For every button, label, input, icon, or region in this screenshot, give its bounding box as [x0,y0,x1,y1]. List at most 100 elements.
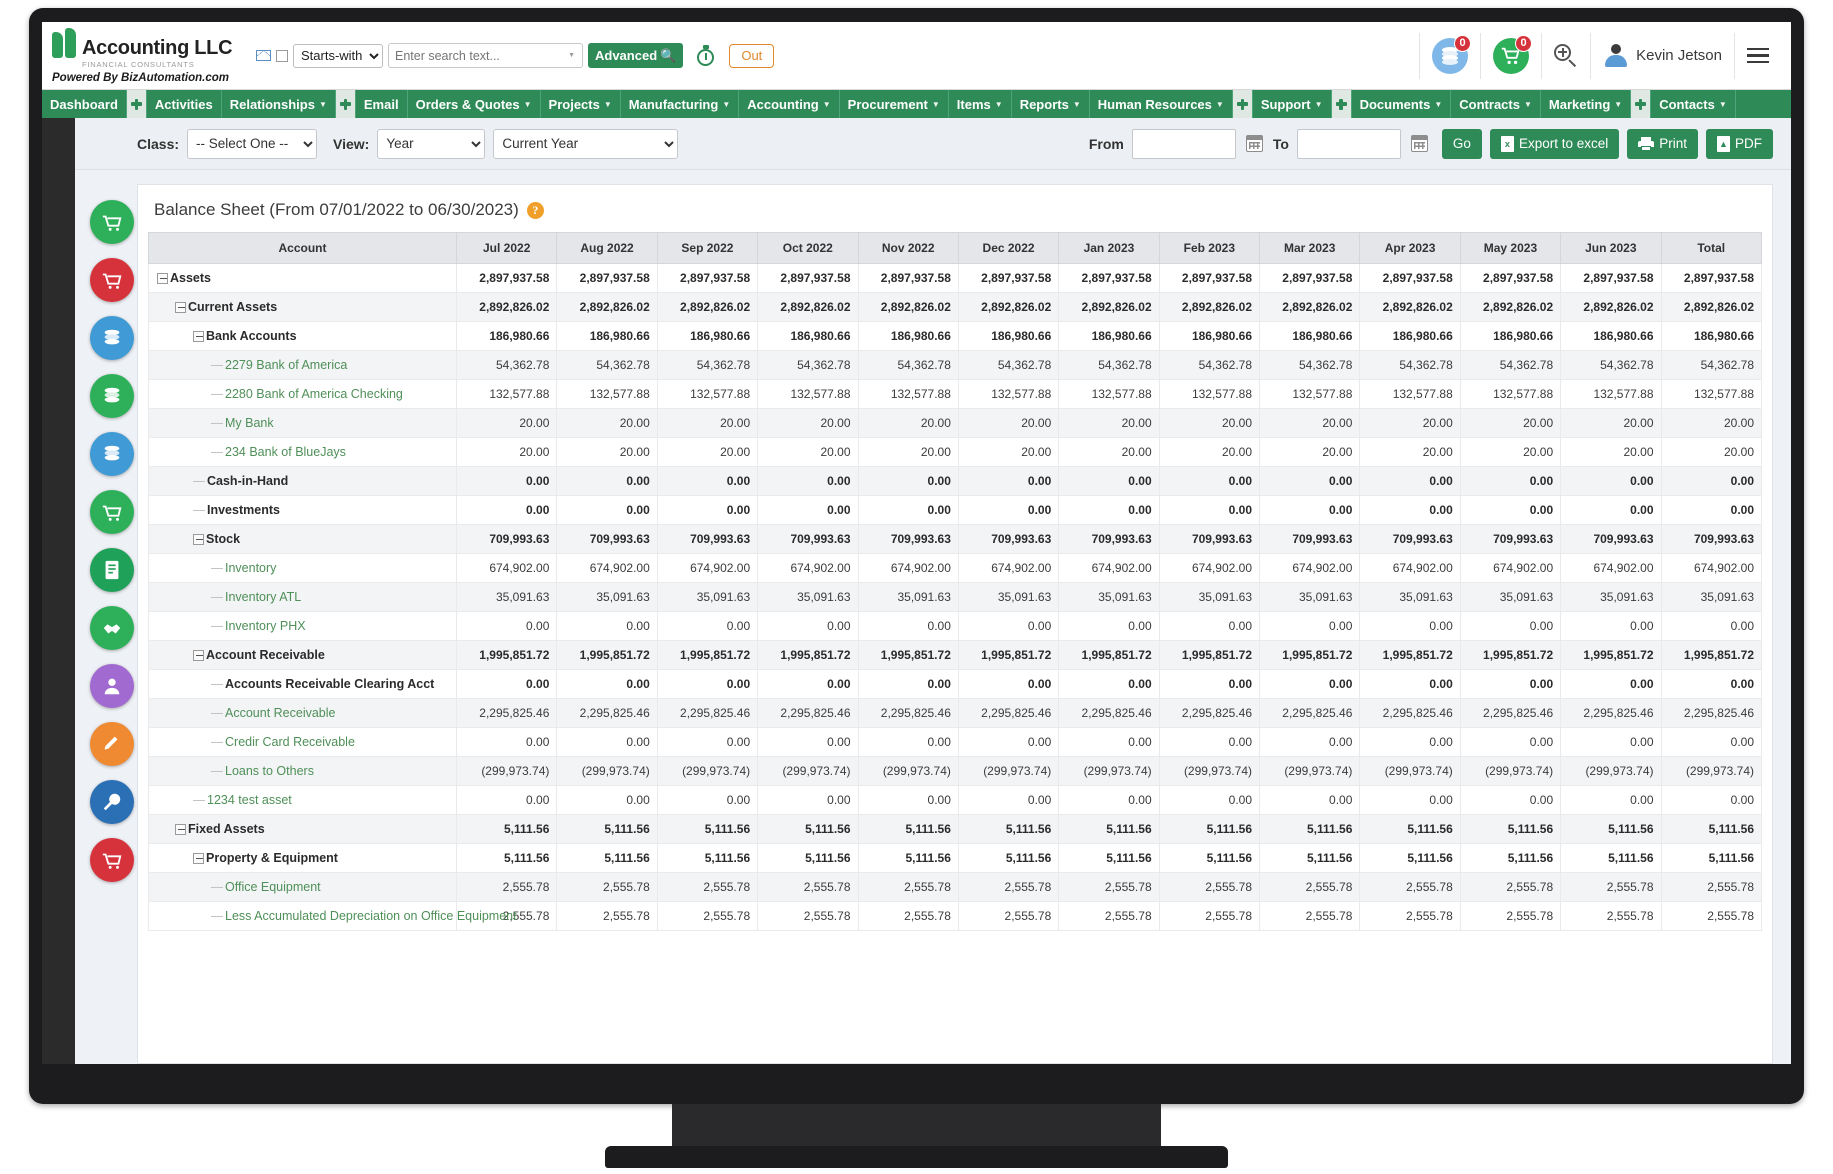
table-row[interactable]: Investments 0.00 0.00 0.00 0.00 0.00 0.00 0.00 0… [148,495,1762,525]
table-row[interactable]: Loans to Others (299,973.74) (299,973.74)(… [148,756,1762,786]
nav-item-items[interactable]: Items ▼ [949,90,1012,118]
collapse-toggle-icon[interactable] [175,823,186,835]
from-date-input[interactable] [1131,128,1236,159]
company-logo[interactable]: Accounting LLC FINANCIAL CONSULTANTS Pow… [42,27,242,84]
stack-blue-icon[interactable] [90,316,134,360]
export-to-excel-button[interactable]: x Export to excel [1489,128,1620,159]
to-date-input[interactable] [1296,128,1401,159]
collapse-toggle-icon[interactable] [193,852,204,864]
account-link[interactable]: 234 Bank of BlueJays [225,445,346,459]
account-link[interactable]: Inventory PHX [225,619,306,633]
table-row[interactable]: Accounts Receivable Clearing Acct 0.00 0.0… [148,669,1762,699]
nav-item-orders-quotes[interactable]: Orders & Quotes ▼ [408,90,541,118]
cart-red-icon[interactable] [90,258,134,302]
account-link[interactable]: Inventory [225,561,276,575]
nav-item-contacts[interactable]: Contacts ▼ [1651,90,1736,118]
calendar-from-icon[interactable] [1245,135,1263,152]
clock-out-button[interactable]: Out [729,43,775,68]
table-row[interactable]: Credir Card Receivable 0.00 0.00 0.00 0.00 0.… [148,727,1762,757]
table-row[interactable]: Inventory ATL 35,091.63 35,091.63 35,091.63… [148,582,1762,612]
collapse-toggle-icon[interactable] [193,330,204,342]
table-row[interactable]: Account Receivable 1,995,851.72 1,995,851.… [148,640,1762,670]
envelope-icon[interactable] [256,50,271,61]
account-link[interactable]: 1234 test asset [207,793,292,807]
pdf-button[interactable]: ▲ PDF [1706,128,1773,159]
nav-add-button[interactable] [335,90,356,118]
calendar-to-icon[interactable] [1410,135,1428,152]
nav-item-procurement[interactable]: Procurement ▼ [840,90,949,118]
zoom-search-button[interactable] [1541,32,1590,79]
main-menu-button[interactable] [1734,32,1781,79]
account-link[interactable]: Inventory ATL [225,590,301,604]
go-button[interactable]: Go [1441,128,1482,159]
nav-item-relationships[interactable]: Relationships ▼ [222,90,336,118]
period-select[interactable]: Current Year [493,128,679,159]
stack-green-icon[interactable] [90,374,134,418]
invoice-green-icon[interactable] [90,200,134,244]
tools-blue-icon[interactable] [90,780,134,824]
collapse-toggle-icon[interactable] [175,301,186,313]
nav-item-accounting[interactable]: Accounting ▼ [739,90,840,118]
class-select[interactable]: -- Select One -- [187,128,318,159]
collapse-toggle-icon[interactable] [157,272,168,284]
table-row[interactable]: Current Assets 2,892,826.02 2,892,826.02 2,… [148,292,1762,322]
account-link[interactable]: Loans to Others [225,764,314,778]
nav-item-reports[interactable]: Reports ▼ [1012,90,1090,118]
account-link[interactable]: My Bank [225,416,274,430]
table-row[interactable]: 2279 Bank of America 54,362.78 54,362.78 54… [148,350,1762,380]
table-row[interactable]: Account Receivable 2,295,825.46 2,295,825.… [148,698,1762,728]
user-menu[interactable]: Kevin Jetson [1590,32,1734,79]
search-mode-select[interactable]: Starts-with [293,43,383,68]
search-checkbox[interactable] [276,49,288,62]
table-row[interactable]: Assets 2,897,937.58 2,897,937.58 2,897,937.… [148,263,1762,293]
nav-add-button[interactable] [126,90,147,118]
cart-red2-icon[interactable] [90,838,134,882]
shopping-cart-button[interactable]: 0 [1480,32,1541,79]
search-input-wrapper[interactable]: ▼ [388,43,583,68]
table-row[interactable]: 234 Bank of BlueJays 20.00 20.00 20.00 20.00… [148,437,1762,467]
table-row[interactable]: Less Accumulated Depreciation on Office … [148,901,1762,931]
print-button[interactable]: Print [1627,128,1698,159]
search-dropdown-caret-icon[interactable]: ▼ [565,52,578,59]
view-select[interactable]: Year [377,128,486,159]
account-link[interactable]: Less Accumulated Depreciation on Office … [225,909,517,923]
pencil-orange-icon[interactable] [90,722,134,766]
nav-item-marketing[interactable]: Marketing ▼ [1541,90,1632,118]
cart-green-icon[interactable] [90,490,134,534]
account-link[interactable]: Office Equipment [225,880,321,894]
account-link[interactable]: Account Receivable [225,706,335,720]
nav-add-button[interactable] [1232,90,1253,118]
nav-item-activities[interactable]: Activities [147,90,222,118]
table-row[interactable]: Cash-in-Hand 0.00 0.00 0.00 0.00 0.00 0.00 0.00… [148,466,1762,496]
table-row[interactable]: 2280 Bank of America Checking 132,577.88 1… [148,379,1762,409]
stack-blue2-icon[interactable] [90,432,134,476]
account-link[interactable]: Credir Card Receivable [225,735,355,749]
collapse-toggle-icon[interactable] [193,649,204,661]
nav-add-button[interactable] [1631,90,1652,118]
nav-item-email[interactable]: Email [356,90,408,118]
table-row[interactable]: My Bank 20.00 20.00 20.00 20.00 20.00 20.00 20.… [148,408,1762,438]
document-green-icon[interactable] [90,548,134,592]
table-row[interactable]: Office Equipment 2,555.78 2,555.78 2,555.78… [148,872,1762,902]
account-link[interactable]: 2279 Bank of America [225,358,347,372]
report-table-scroll[interactable]: Account Jul 2022 Aug 2022 Sep 2022 Oct 2022 N… [138,232,1772,1058]
nav-item-support[interactable]: Support ▼ [1253,90,1332,118]
inventory-stack-button[interactable]: 0 [1419,32,1480,79]
table-row[interactable]: Bank Accounts 186,980.66 186,980.66 186,980… [148,321,1762,351]
nav-add-button[interactable] [1331,90,1352,118]
info-icon[interactable]: ? [526,201,544,219]
search-input[interactable] [393,47,566,64]
account-link[interactable]: 2280 Bank of America Checking [225,387,403,401]
table-row[interactable]: Stock 709,993.63 709,993.63 709,993.63 709,9… [148,524,1762,554]
handshake-green-icon[interactable] [90,606,134,650]
table-row[interactable]: 1234 test asset 0.00 0.00 0.00 0.00 0.00 0.00 0… [148,785,1762,815]
advanced-search-button[interactable]: Advanced 🔍 [588,43,684,68]
table-row[interactable]: Inventory 674,902.00 674,902.00 674,902.00 6… [148,553,1762,583]
nav-item-dashboard[interactable]: Dashboard [42,90,127,118]
table-row[interactable]: Property & Equipment 5,111.56 5,111.56 5,11… [148,843,1762,873]
collapse-toggle-icon[interactable] [193,533,204,545]
table-row[interactable]: Inventory PHX 0.00 0.00 0.00 0.00 0.00 0.00 0.0… [148,611,1762,641]
nav-item-contracts[interactable]: Contracts ▼ [1451,90,1541,118]
timeclock-icon[interactable] [696,44,716,67]
nav-item-human-resources[interactable]: Human Resources ▼ [1090,90,1233,118]
